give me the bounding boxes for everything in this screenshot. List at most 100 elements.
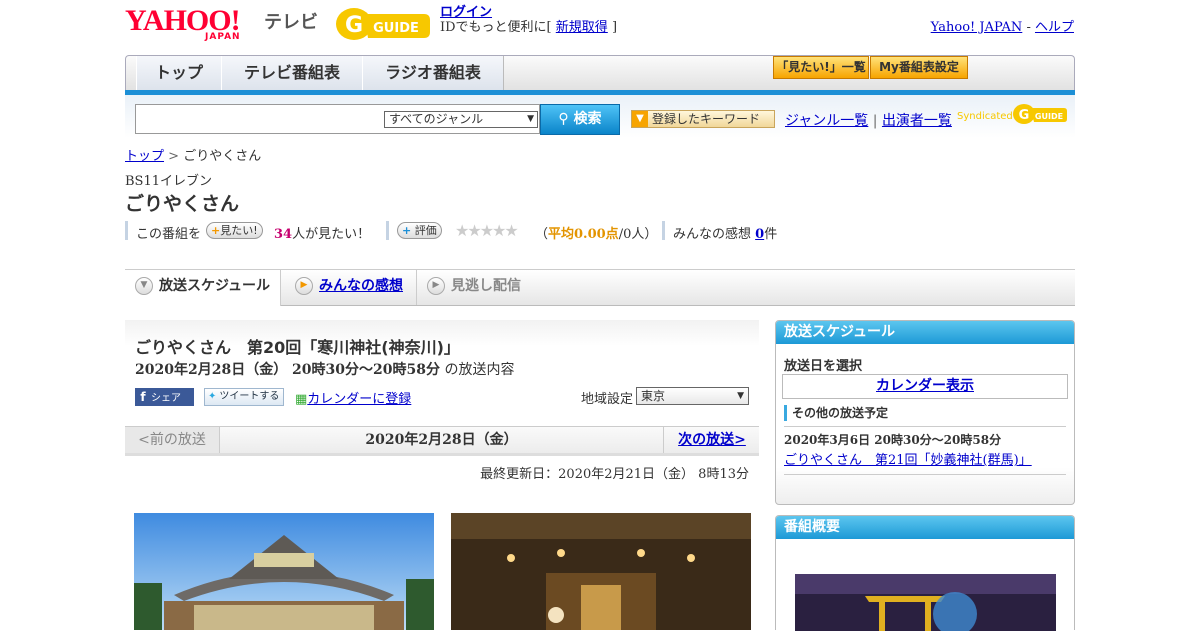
episode-date-suffix: の放送内容 <box>444 362 515 378</box>
nav-tab-radio[interactable]: ラジオ番組表 <box>362 56 504 90</box>
search-button[interactable]: ⚲ 検索 <box>540 104 620 135</box>
twitter-bird-icon: ✦ <box>208 391 217 402</box>
share-label: シェア <box>151 393 181 404</box>
other-broadcast-link[interactable]: ごりやくさん 第21回「妙義神社(群馬)」 <box>784 449 1032 468</box>
play-icon: ▶ <box>427 277 445 295</box>
avg-count: /0人） <box>618 227 658 242</box>
calendar-register-link: カレンダーに登録 <box>307 392 412 407</box>
impressions-label: みんなの感想 <box>673 227 752 242</box>
rate-button[interactable]: + 評価 <box>397 222 442 239</box>
calendar-icon: ▦ <box>295 392 308 407</box>
current-broadcast-date: 2020年2月28日（金） <box>365 432 518 448</box>
tab-catchup-label: 見逃し配信 <box>451 278 521 294</box>
impressions-suffix: 件 <box>764 227 778 242</box>
calendar-display-button[interactable]: カレンダー表示 <box>782 374 1068 399</box>
shrine-exterior-image <box>134 513 434 630</box>
gguide-small-logo: G GUIDE <box>1012 102 1068 126</box>
plus-icon: + <box>211 224 221 237</box>
mitai-list-button[interactable]: 「見たい!」一覧 <box>773 56 869 79</box>
chevron-down-icon: ▼ <box>135 277 153 295</box>
meta-divider <box>386 221 389 240</box>
register-link[interactable]: 新規取得 <box>556 20 608 35</box>
mitai-button[interactable]: +見たい! <box>206 222 263 239</box>
region-select-value: 東京 <box>641 389 666 403</box>
search-links: ジャンル一覧 | 出演者一覧 <box>785 110 952 130</box>
yahoo-logo-japan: JAPAN <box>205 32 241 42</box>
nav-tab-top[interactable]: トップ <box>136 56 222 90</box>
yahoo-logo[interactable]: YAHOO! JAPAN <box>125 6 260 43</box>
tweet-button[interactable]: ✦ ツイートする <box>204 388 284 406</box>
next-broadcast-link[interactable]: 次の放送> <box>663 427 760 453</box>
other-broadcasts-title: その他の放送予定 <box>784 405 888 421</box>
rate-button-label: 評価 <box>414 224 437 237</box>
program-thumbnail <box>795 574 1056 631</box>
select-date-label: 放送日を選択 <box>784 359 863 374</box>
login-box: ログイン IDでもっと便利に[ 新規取得 ] <box>440 5 617 35</box>
broadcast-pager: <前の放送 2020年2月28日（金） 次の放送> <box>125 426 759 456</box>
overview-box-title: 番組概要 <box>776 516 1074 539</box>
tab-schedule[interactable]: ▼ 放送スケジュール <box>125 270 281 306</box>
schedule-box: 放送スケジュール 放送日を選択 カレンダー表示 その他の放送予定 2020年3月… <box>775 320 1075 505</box>
svg-text:G: G <box>1019 108 1030 123</box>
facebook-icon: f <box>140 390 146 404</box>
breadcrumb: トップ > ごりやくさん <box>125 145 261 164</box>
shrine-interior-photo <box>451 513 751 630</box>
impressions-count[interactable]: 0 <box>755 227 764 242</box>
shrine-exterior-photo <box>134 513 434 630</box>
play-icon: ▶ <box>295 277 313 295</box>
facebook-share-button[interactable]: f シェア <box>135 388 194 406</box>
episode-date-value: 2020年2月28日（金） 20時30分～20時58分 <box>135 362 440 378</box>
tab-impressions[interactable]: ▶ みんなの感想 <box>295 270 403 305</box>
tab-catchup[interactable]: ▶ 見逃し配信 <box>416 270 521 305</box>
this-program-label: この番組を <box>136 227 202 242</box>
search-icon: ⚲ <box>558 111 569 127</box>
page-title: ごりやくさん <box>125 193 240 215</box>
breadcrumb-top[interactable]: トップ <box>125 149 164 164</box>
svg-text:GUIDE: GUIDE <box>1035 112 1063 121</box>
nav-tab-tv[interactable]: テレビ番組表 <box>221 56 363 90</box>
divider <box>784 426 1066 427</box>
keyword-button-label: 登録したキーワード <box>652 112 761 126</box>
keyword-button[interactable]: ▼ 登録したキーワード <box>631 110 775 128</box>
mitai-button-label: 見たい! <box>220 224 258 237</box>
shrine-interior-image <box>451 513 751 630</box>
gguide-small-icon: G GUIDE <box>1013 104 1067 124</box>
tab-impressions-label: みんなの感想 <box>319 278 403 294</box>
login-sub-suffix: ] <box>611 20 618 35</box>
program-meta: この番組を +見たい! 34人が見たい！ + 評価 ★★★★★ （平均0.00点… <box>125 221 825 242</box>
dash: - <box>1026 20 1031 35</box>
program-tabs: ▼ 放送スケジュール ▶ みんなの感想 ▶ 見逃し配信 <box>125 270 1075 306</box>
svg-text:G: G <box>345 13 363 38</box>
tweet-label: ツイートする <box>219 391 280 402</box>
login-link[interactable]: ログイン <box>440 5 492 20</box>
tab-schedule-label: 放送スケジュール <box>159 278 271 294</box>
divider <box>784 474 1066 475</box>
gguide-logo-icon: G GUIDE <box>336 8 430 40</box>
triangle-down-icon: ▼ <box>632 111 648 127</box>
schedule-box-title: 放送スケジュール <box>776 321 1074 344</box>
yahoo-japan-link[interactable]: Yahoo! JAPAN <box>931 20 1023 35</box>
genre-list-link[interactable]: ジャンル一覧 <box>785 113 868 129</box>
prev-broadcast[interactable]: <前の放送 <box>125 427 220 453</box>
episode-title: ごりやくさん 第20回「寒川神社(神奈川)」 <box>135 338 460 357</box>
region-label: 地域設定 <box>581 392 634 407</box>
meta-divider <box>662 221 665 240</box>
meta-divider <box>125 221 128 240</box>
gguide-logo[interactable]: G GUIDE <box>334 6 432 42</box>
breadcrumb-current: ごりやくさん <box>183 149 262 164</box>
calendar-register[interactable]: ▦カレンダーに登録 <box>295 388 411 407</box>
region-select[interactable]: 東京 ▼ <box>636 387 749 405</box>
my-schedule-button[interactable]: My番組表設定 <box>870 56 968 79</box>
cast-list-link[interactable]: 出演者一覧 <box>882 113 952 129</box>
genre-select[interactable]: すべてのジャンル ▼ <box>384 111 538 128</box>
help-link[interactable]: ヘルプ <box>1035 20 1074 35</box>
other-broadcast-date: 2020年3月6日 20時30分～20時58分 <box>784 433 1002 447</box>
search-button-label: 検索 <box>573 111 602 127</box>
genre-select-value: すべてのジャンル <box>389 112 484 126</box>
plus-icon: + <box>402 224 412 237</box>
link-separator: | <box>872 113 878 129</box>
program-thumbnail-image <box>795 574 1056 631</box>
svg-text:GUIDE: GUIDE <box>373 21 419 36</box>
rating-stars[interactable]: ★★★★★ <box>455 221 519 240</box>
tv-label[interactable]: テレビ <box>264 8 318 34</box>
